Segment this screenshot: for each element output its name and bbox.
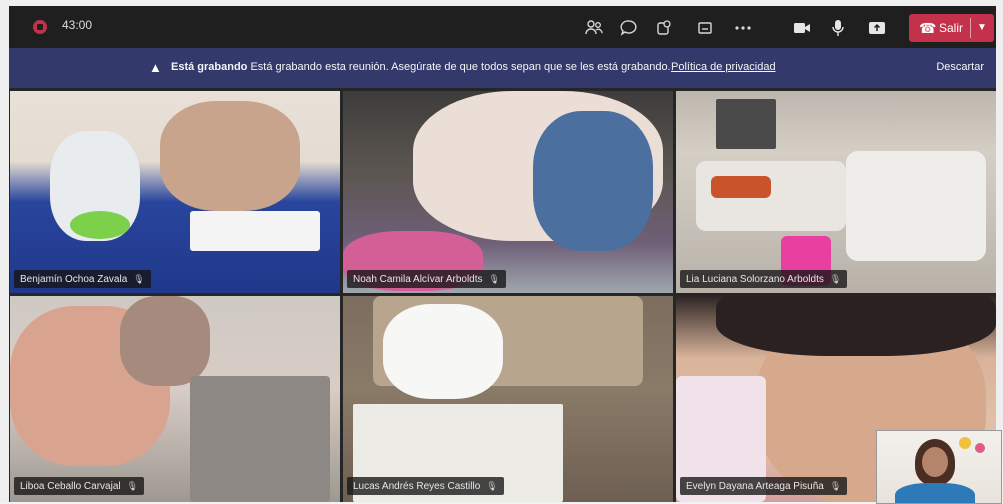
video-content [190, 376, 330, 502]
share-screen-icon[interactable] [865, 16, 889, 40]
video-content [716, 99, 776, 149]
participant-name: Liboa Ceballo Carvajal [20, 481, 121, 492]
recording-indicator-icon [33, 20, 47, 34]
recording-banner: ▲ Está grabando Está grabando esta reuni… [9, 48, 996, 88]
recording-message-text: Está grabando esta reunión. Asegúrate de… [250, 61, 671, 73]
chat-icon[interactable] [617, 16, 641, 40]
video-content [975, 443, 985, 453]
recording-message: Está grabando Está grabando esta reunión… [171, 61, 671, 73]
microphone-icon[interactable] [826, 16, 850, 40]
video-tile[interactable]: Lia Luciana Solorzano Arboldts 🎙 [676, 91, 996, 293]
microphone-icon: 🎙 [486, 481, 498, 491]
microphone-icon: 🎙 [133, 274, 145, 284]
dismiss-button[interactable]: Descartar [936, 61, 984, 73]
microphone-icon: 🎙 [126, 481, 139, 491]
meeting-controls-bar: 43:00 ☎ Salir ▼ [9, 6, 996, 49]
video-tile[interactable]: Noah Camila Alcívar Arboldts 🎙 [343, 91, 673, 293]
video-content [959, 437, 971, 449]
video-content [533, 111, 653, 251]
video-tile[interactable]: Benjamín Ochoa Zavala 🎙 [10, 91, 340, 293]
participant-name: Lucas Andrés Reyes Castillo [353, 481, 481, 492]
teams-meeting-window: 43:00 ☎ Salir ▼ ▲ Está grabando Está gra… [0, 0, 1003, 504]
participant-name-tag: Benjamín Ochoa Zavala 🎙 [14, 270, 151, 288]
video-content [716, 296, 996, 356]
video-content [711, 176, 771, 198]
more-options-icon[interactable] [731, 16, 755, 40]
video-content [383, 304, 503, 399]
people-icon[interactable] [582, 16, 606, 40]
video-content [895, 483, 975, 503]
participant-name-tag: Noah Camila Alcívar Arboldts 🎙 [347, 270, 506, 288]
microphone-icon: 🎙 [829, 481, 842, 491]
leave-label: Salir [939, 21, 964, 35]
privacy-policy-link[interactable]: Política de privacidad [671, 61, 776, 73]
camera-icon[interactable] [790, 16, 814, 40]
participant-name-tag: Lucas Andrés Reyes Castillo 🎙 [347, 477, 504, 495]
video-content [190, 211, 320, 251]
video-content [846, 151, 986, 261]
video-grid: Benjamín Ochoa Zavala 🎙 Noah Camila Alcív… [9, 88, 996, 502]
leave-button[interactable]: ☎ Salir ▼ [909, 14, 994, 42]
participant-name: Evelyn Dayana Arteaga Pisuña [686, 481, 824, 492]
warning-icon: ▲ [149, 60, 162, 75]
meeting-timer: 43:00 [62, 18, 93, 32]
reactions-icon[interactable] [652, 16, 676, 40]
participant-name-tag: Lia Luciana Solorzano Arboldts 🎙 [680, 270, 848, 288]
microphone-icon: 🎙 [829, 274, 842, 284]
participant-name: Lia Luciana Solorzano Arboldts [686, 274, 824, 285]
hang-up-icon: ☎ [919, 20, 937, 36]
participant-name-tag: Liboa Ceballo Carvajal 🎙 [14, 477, 145, 495]
video-content [160, 101, 300, 211]
self-view-video[interactable] [876, 430, 1002, 504]
video-content [70, 211, 130, 239]
participant-name: Noah Camila Alcívar Arboldts [353, 274, 483, 285]
microphone-icon: 🎙 [488, 274, 500, 284]
chevron-down-icon[interactable]: ▼ [977, 14, 987, 42]
leave-divider [970, 18, 971, 38]
participant-name: Benjamín Ochoa Zavala [20, 274, 128, 285]
video-content [120, 296, 210, 386]
video-tile[interactable]: Liboa Ceballo Carvajal 🎙 [10, 296, 340, 502]
video-content [922, 447, 948, 477]
recording-status: Está grabando [171, 61, 248, 73]
video-tile[interactable]: Lucas Andrés Reyes Castillo 🎙 [343, 296, 673, 502]
share-tray-icon[interactable] [693, 16, 717, 40]
participant-name-tag: Evelyn Dayana Arteaga Pisuña 🎙 [680, 477, 848, 495]
